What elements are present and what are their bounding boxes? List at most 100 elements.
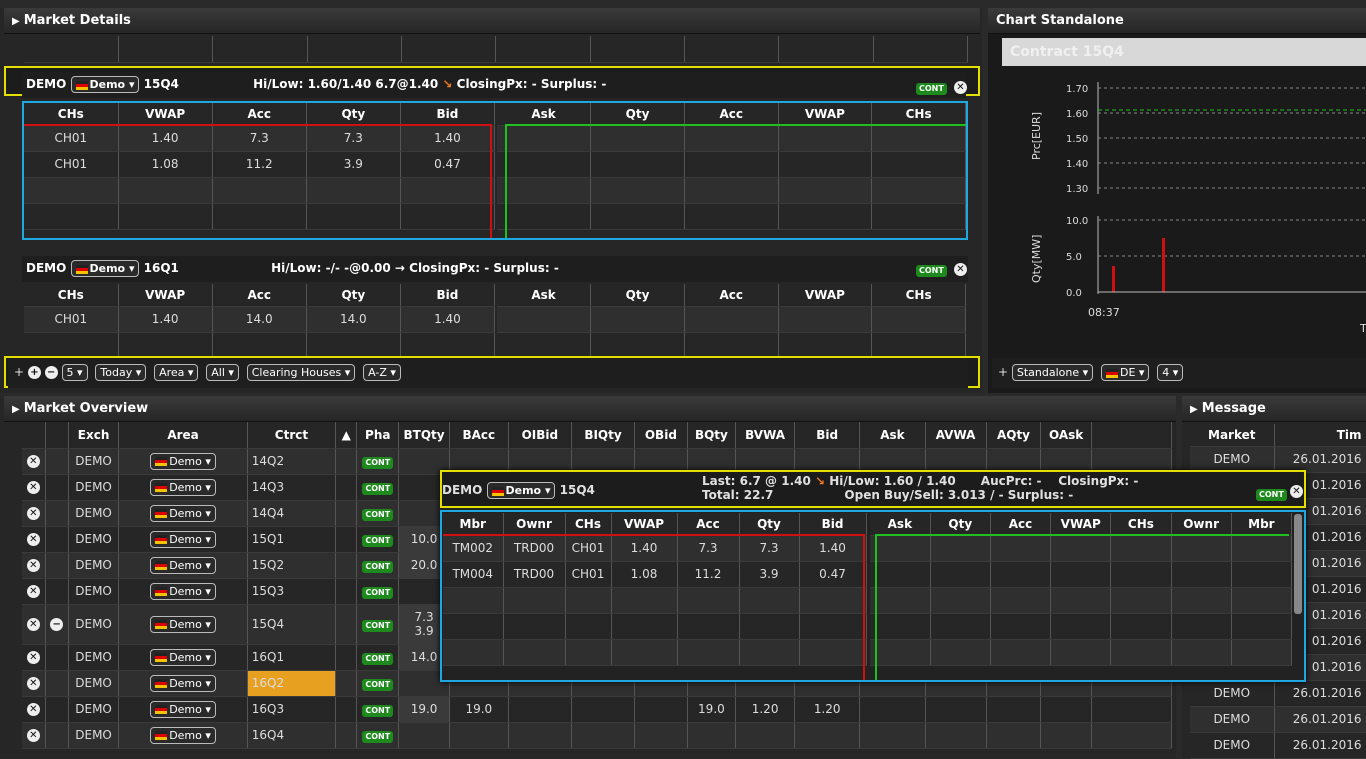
close-popup-button[interactable]: ✕: [1290, 484, 1303, 498]
remove-row-icon[interactable]: ✕: [26, 651, 40, 664]
collapse-triangle-icon[interactable]: ▶: [12, 16, 20, 27]
add-icon[interactable]: +: [998, 365, 1008, 379]
contract-name: 15Q4: [559, 483, 595, 497]
flag-de-icon: [155, 731, 168, 740]
open-buy-sell: Open Buy/Sell: 3.013 / - Surplus: -: [844, 488, 1074, 502]
contract-header-16q1[interactable]: DEMO Demo ▾ 16Q1 Hi/Low: -/- -@0.00 → Cl…: [22, 256, 968, 282]
phase-badge: CONT: [1256, 486, 1287, 501]
sort-dropdown[interactable]: A-Z ▾: [363, 364, 401, 381]
table-row[interactable]: ✕ DEMO Demo ▾ 16Q4 CONT: [22, 722, 1173, 749]
remove-row-icon[interactable]: ✕: [26, 559, 40, 572]
message-row[interactable]: DEMO 26.01.2016: [1190, 680, 1366, 707]
table-row[interactable]: CH01 1.40 14.0 14.0 1.40: [24, 306, 496, 333]
collapse-triangle-icon[interactable]: ▶: [1190, 404, 1198, 415]
chart-toolbar: + Standalone ▾ DE ▾ 4 ▾: [992, 358, 1366, 388]
panel-title-text: Market Overview: [23, 401, 149, 416]
total-volume: Total: 22.7: [702, 488, 774, 502]
collapse-triangle-icon[interactable]: ▶: [12, 404, 20, 415]
remove-row-icon[interactable]: ✕: [26, 533, 40, 546]
qty-ticks: 10.0 5.0 0.0: [1066, 216, 1366, 299]
message-row[interactable]: DEMO 26.01.2016: [1190, 732, 1366, 759]
message-row[interactable]: DEMO 26.01.2016: [1190, 446, 1366, 473]
flag-de-icon: [155, 535, 168, 544]
qty-tick-label: 0.0: [1066, 288, 1082, 299]
flag-de-icon: [155, 561, 168, 570]
flag-de-icon: [155, 705, 168, 714]
chart-contract-title: Contract 15Q4: [1002, 38, 1366, 66]
clearing-houses-dropdown[interactable]: Clearing Houses ▾: [246, 364, 356, 381]
area-dropdown[interactable]: Demo ▾: [150, 726, 216, 744]
area-filter-dropdown[interactable]: Area ▾: [154, 364, 199, 381]
details-toolbar-content: + + − 5 ▾ Today ▾ Area ▾ All ▾ Clearing …: [8, 358, 968, 388]
area-dropdown[interactable]: Demo ▾: [150, 700, 216, 718]
down-arrow-icon: ↘: [815, 474, 826, 488]
count-dropdown[interactable]: 4 ▾: [1157, 364, 1184, 381]
area-dropdown[interactable]: Demo ▾: [150, 615, 216, 633]
flag-de-icon: [75, 264, 88, 274]
remove-row-icon[interactable]: ✕: [26, 677, 40, 690]
close-contract-button[interactable]: ✕: [954, 80, 967, 94]
remove-row-icon[interactable]: ✕: [26, 455, 40, 468]
remove-row-icon[interactable]: ✕: [26, 585, 40, 598]
panel-title-text: Message: [1201, 401, 1266, 416]
overview-header-row: Exch Area Ctrct ▲ Pha BTQty BAcc OIBid BIQty OBid…: [22, 422, 1173, 449]
popup-scrollbar[interactable]: [1294, 514, 1302, 614]
chart-panel-title[interactable]: Chart Standalone: [988, 8, 1366, 34]
table-row[interactable]: ✕ DEMO Demo ▾ 16Q3 CONT 19.0 19.0 19.0 1.20 1.20: [22, 696, 1173, 723]
price-ticks: 1.70 1.60 1.50 1.40 1.30: [1066, 84, 1366, 195]
area-dropdown[interactable]: Demo ▾: [150, 504, 216, 522]
remove-row-icon[interactable]: ✕: [26, 507, 40, 520]
area-dropdown[interactable]: Demo ▾: [150, 648, 216, 666]
price-tick-label: 1.60: [1066, 109, 1088, 120]
area-dropdown[interactable]: Demo ▾: [150, 556, 216, 574]
mode-dropdown[interactable]: Standalone ▾: [1011, 364, 1094, 381]
close-contract-button[interactable]: ✕: [954, 262, 967, 276]
message-panel-title[interactable]: ▶ Message: [1182, 396, 1366, 422]
flag-de-icon: [155, 653, 168, 662]
market-overview-title[interactable]: ▶ Market Overview: [4, 396, 1176, 422]
message-row[interactable]: DEMO 26.01.2016: [1190, 706, 1366, 733]
area-dropdown[interactable]: Demo ▾: [486, 482, 556, 499]
closing-info: ClosingPx: - Surplus: -: [409, 261, 559, 275]
panel-title-text: Chart Standalone: [996, 13, 1124, 28]
remove-row-icon[interactable]: ✕: [26, 618, 40, 631]
area-dropdown[interactable]: Demo ▾: [150, 452, 216, 470]
area-dropdown[interactable]: Demo ▾: [70, 76, 140, 93]
flag-de-icon: [155, 457, 168, 466]
add-icon[interactable]: +: [14, 365, 24, 379]
qty-axis-label: Qty[MW]: [1030, 235, 1043, 283]
price-axis-label: Prc[EUR]: [1030, 112, 1043, 160]
chart-area-dropdown[interactable]: DE ▾: [1101, 364, 1150, 381]
area-dropdown[interactable]: Demo ▾: [150, 530, 216, 548]
right-arrow-icon: →: [394, 261, 405, 275]
phase-badge: CONT: [916, 80, 947, 95]
remove-row-icon[interactable]: ✕: [26, 481, 40, 494]
depth-dropdown[interactable]: 5 ▾: [61, 364, 88, 381]
minus-circle-icon[interactable]: −: [44, 366, 58, 379]
area-dropdown[interactable]: Demo ▾: [150, 478, 216, 496]
panel-title-text: Market Details: [23, 13, 131, 28]
volume-bar: [1112, 266, 1115, 292]
all-dropdown[interactable]: All ▾: [206, 364, 239, 381]
last-trade: Last: 6.7 @ 1.40: [702, 474, 811, 488]
qty-tick-label: 5.0: [1066, 252, 1082, 263]
hilow-info: Hi/Low: 1.60 / 1.40: [829, 474, 956, 488]
ask-depth-line: [505, 124, 966, 238]
area-dropdown[interactable]: Demo ▾: [150, 582, 216, 600]
contract-name: 15Q4: [143, 77, 179, 91]
closing-price: ClosingPx: -: [1058, 474, 1139, 488]
minus-circle-icon[interactable]: −: [50, 618, 64, 631]
today-dropdown[interactable]: Today ▾: [95, 364, 147, 381]
market-details-title[interactable]: ▶ Market Details: [4, 8, 980, 34]
down-arrow-icon: ↘: [442, 77, 453, 91]
phase-badge: CONT: [916, 262, 947, 277]
auction-price: AucPrc: -: [980, 474, 1042, 488]
remove-row-icon[interactable]: ✕: [26, 729, 40, 742]
area-dropdown[interactable]: Demo ▾: [150, 674, 216, 692]
flag-de-icon: [155, 509, 168, 518]
empty-grid-row: [24, 36, 969, 63]
remove-row-icon[interactable]: ✕: [26, 703, 40, 716]
area-dropdown[interactable]: Demo ▾: [70, 260, 140, 277]
time-label-truncated: T: [1359, 322, 1366, 335]
plus-circle-icon[interactable]: +: [27, 366, 41, 379]
